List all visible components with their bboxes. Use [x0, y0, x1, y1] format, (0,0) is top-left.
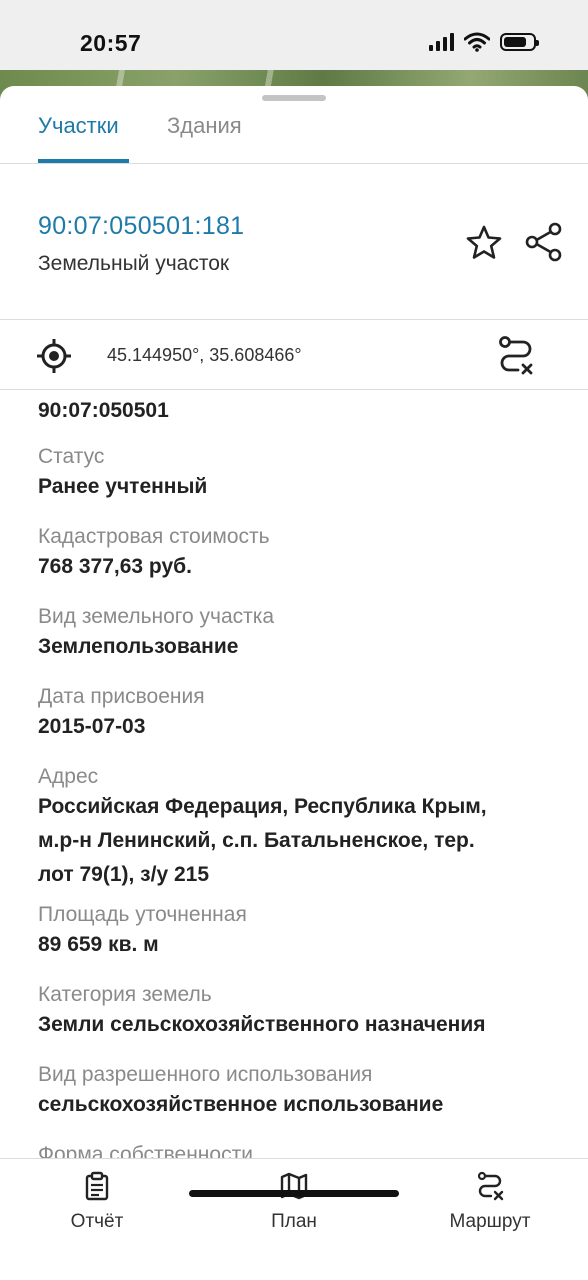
field-value: 768 377,63 руб. [38, 555, 192, 578]
field-parcel-kind: Вид земельного участка Землепользование [38, 604, 558, 664]
nav-plan-button[interactable]: План [219, 1159, 369, 1249]
field-cadastral-value: Кадастровая стоимость 768 377,63 руб. [38, 524, 558, 584]
cadastral-number[interactable]: 90:07:050501:181 [38, 212, 244, 241]
tab-bar: Участки Здания [0, 86, 588, 164]
field-value: Землепользование [38, 635, 239, 658]
nav-label: План [271, 1211, 317, 1232]
tab-buildings[interactable]: Здания [167, 113, 242, 139]
status-time: 20:57 [80, 30, 142, 56]
nav-label: Маршрут [449, 1211, 531, 1232]
favorite-star-icon[interactable] [465, 224, 503, 262]
address-line: м.р-н Ленинский, с.п. Батальненское, тер… [38, 829, 475, 852]
status-bar: 20:57 [0, 0, 588, 70]
field-label: Вид земельного участка [38, 605, 275, 628]
tab-parcels[interactable]: Участки [38, 113, 119, 139]
route-icon[interactable] [496, 334, 536, 376]
field-status: Статус Ранее учтенный [38, 444, 558, 504]
field-area: Площадь уточненная 89 659 кв. м [38, 902, 558, 962]
address-line: лот 79(1), з/у 215 [38, 863, 210, 886]
field-address: Адрес Российская Федерация, Республика К… [38, 764, 558, 892]
field-land-category: Категория земель Земли сельскохозяйствен… [38, 982, 558, 1042]
cellular-signal-icon [429, 33, 454, 51]
field-label: Кадастровая стоимость [38, 525, 270, 548]
clipboard-icon [85, 1171, 109, 1201]
locate-target-icon[interactable] [36, 338, 72, 374]
status-icons [429, 32, 539, 52]
field-assignment-date: Дата присвоения 2015-07-03 [38, 684, 558, 744]
route-icon [477, 1171, 504, 1201]
field-label: Дата присвоения [38, 685, 205, 708]
parcel-details[interactable]: 90:07:050501 Статус Ранее учтенный Кадас… [0, 390, 588, 1160]
home-indicator[interactable] [189, 1190, 399, 1197]
coordinates-row: 45.144950°, 35.608466° [0, 320, 588, 390]
nav-report-button[interactable]: Отчёт [22, 1159, 172, 1249]
field-label: Адрес [38, 765, 99, 788]
quarter-value: 90:07:050501 [38, 399, 169, 422]
field-value: 2015-07-03 [38, 715, 146, 738]
field-label: Статус [38, 445, 105, 468]
nav-route-button[interactable]: Маршрут [415, 1159, 565, 1249]
bottom-navigation: Отчёт План Маршрут [0, 1158, 588, 1280]
nav-label: Отчёт [70, 1211, 124, 1232]
parcel-header: 90:07:050501:181 Земельный участок [0, 164, 588, 320]
field-quarter: 90:07:050501 [38, 394, 558, 428]
object-type: Земельный участок [38, 252, 230, 275]
coordinates-text[interactable]: 45.144950°, 35.608466° [107, 345, 302, 366]
field-value: 89 659 кв. м [38, 933, 159, 956]
field-label: Категория земель [38, 983, 212, 1006]
active-tab-indicator [38, 159, 129, 163]
parcel-info-sheet: Участки Здания 90:07:050501:181 Земельны… [0, 86, 588, 1280]
field-value: Ранее учтенный [38, 475, 208, 498]
share-icon[interactable] [523, 222, 563, 262]
address-line: Российская Федерация, Республика Крым, [38, 795, 487, 818]
field-label: Площадь уточненная [38, 903, 247, 926]
field-permitted-use: Вид разрешенного использования сельскохо… [38, 1062, 558, 1122]
field-label: Вид разрешенного использования [38, 1063, 373, 1086]
field-value: Земли сельскохозяйственного назначения [38, 1013, 486, 1036]
wifi-icon [464, 32, 490, 52]
battery-icon [500, 33, 539, 51]
field-value: сельскохозяйственное использование [38, 1093, 444, 1116]
